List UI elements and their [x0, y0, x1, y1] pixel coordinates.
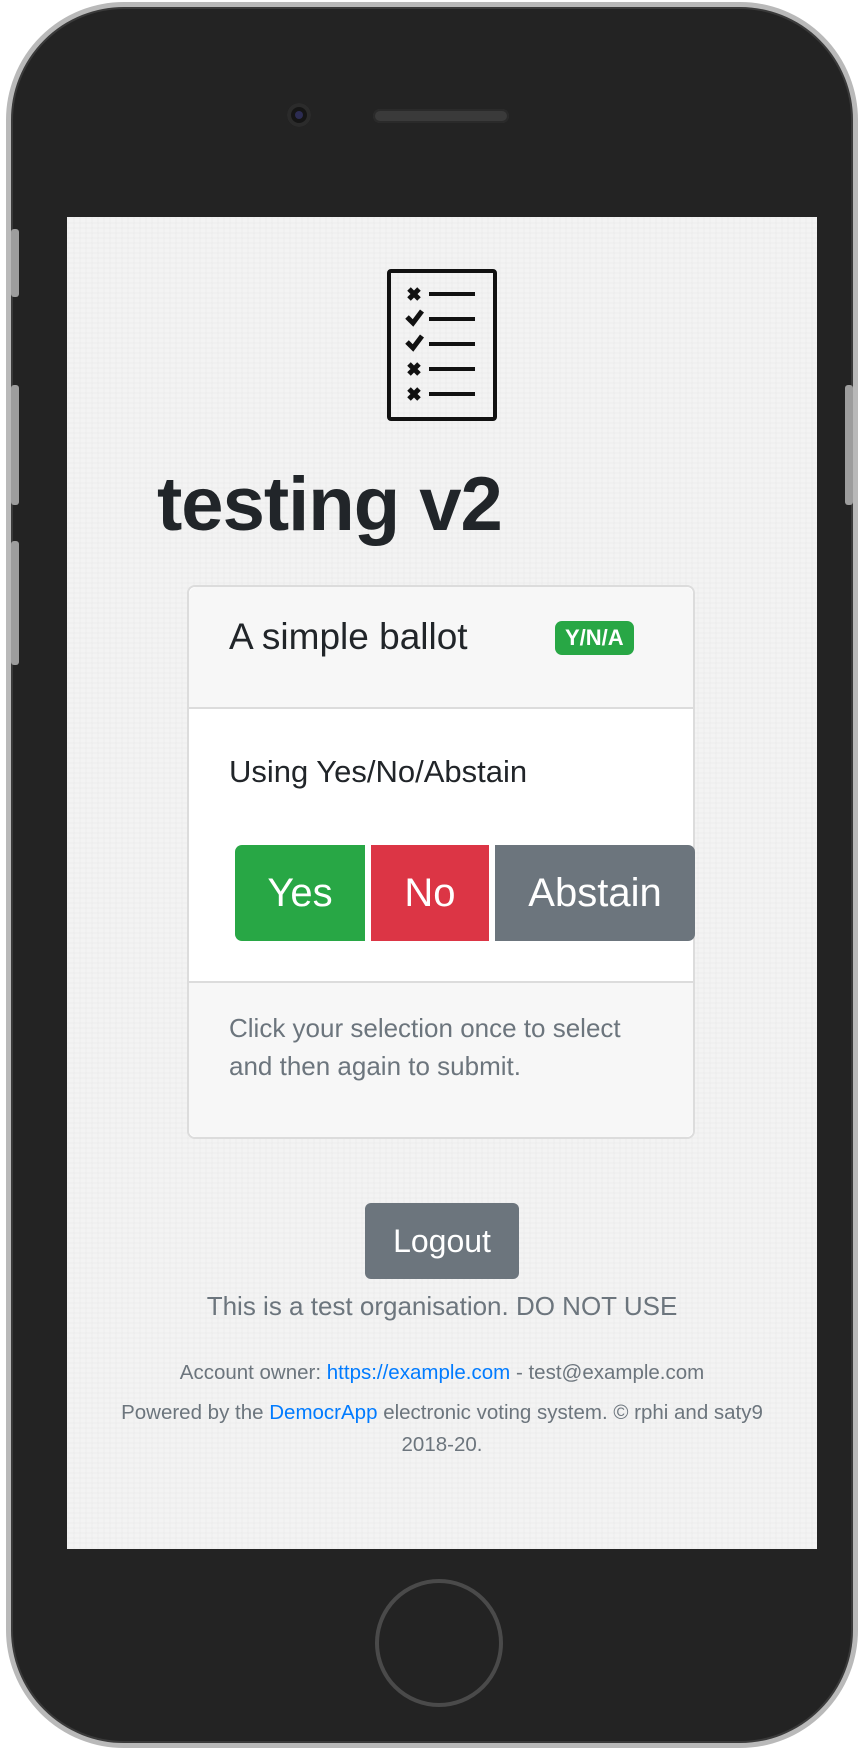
volume-up-button: [11, 385, 19, 505]
screen: testing v2 A simple ballot Y/N/A Using Y…: [67, 217, 817, 1549]
ballot-card-footer: Click your selection once to select and …: [189, 981, 693, 1137]
ballot-question: Using Yes/No/Abstain: [229, 754, 528, 789]
voting-instructions: Click your selection once to select and …: [229, 1013, 621, 1081]
owner-email: test@example.com: [528, 1361, 705, 1384]
vote-abstain-button[interactable]: Abstain: [495, 845, 695, 941]
page-title: testing v2: [157, 462, 503, 547]
earpiece-speaker: [373, 109, 509, 123]
organisation-note: This is a test organisation. DO NOT USE: [206, 1291, 678, 1321]
powered-prefix: Powered by the: [121, 1401, 264, 1424]
ballot-title: A simple ballot: [229, 616, 468, 657]
democrapp-link[interactable]: DemocrApp: [269, 1401, 377, 1424]
home-button[interactable]: [375, 1579, 503, 1707]
ballot-type-badge: Y/N/A: [555, 621, 634, 655]
vote-no-button[interactable]: No: [371, 845, 489, 941]
phone-frame: testing v2 A simple ballot Y/N/A Using Y…: [6, 2, 858, 1748]
ballot-card: A simple ballot Y/N/A Using Yes/No/Absta…: [187, 585, 695, 1139]
account-owner-line: Account owner: https://example.com - tes…: [117, 1357, 767, 1389]
owner-separator: -: [515, 1361, 523, 1384]
ballot-checklist-icon: [387, 269, 497, 421]
owner-prefix: Account owner:: [179, 1361, 322, 1384]
front-camera-icon: [287, 103, 311, 127]
powered-suffix: electronic voting system. © rphi and sat…: [383, 1401, 763, 1456]
volume-down-button: [11, 541, 19, 665]
ballot-card-header: A simple ballot Y/N/A: [189, 587, 693, 709]
owner-url-link[interactable]: https://example.com: [327, 1361, 510, 1384]
vote-yes-button[interactable]: Yes: [235, 845, 365, 941]
vote-button-group: Yes No Abstain: [235, 845, 695, 941]
powered-by-line: Powered by the DemocrApp electronic voti…: [117, 1397, 767, 1461]
power-button: [845, 385, 853, 505]
mute-switch: [11, 229, 19, 297]
ballot-card-body: Using Yes/No/Abstain Yes No Abstain: [189, 709, 695, 981]
logout-button[interactable]: Logout: [365, 1203, 519, 1279]
